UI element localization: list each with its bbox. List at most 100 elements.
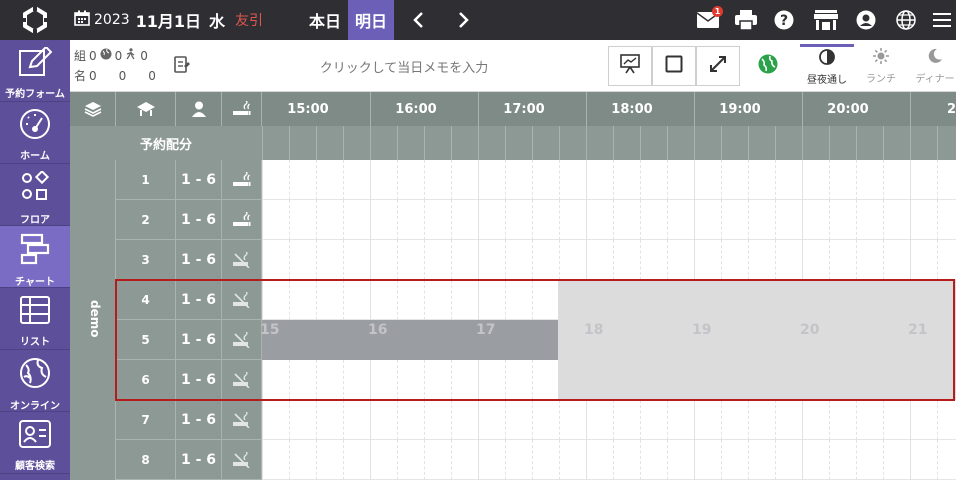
grid-line (586, 200, 587, 240)
grid-line (748, 200, 749, 240)
grid-line (856, 440, 857, 480)
grid-line (802, 200, 803, 240)
store-icon[interactable] (814, 8, 838, 32)
grid-line (424, 440, 425, 480)
grid-line (937, 160, 938, 200)
daily-memo-input[interactable]: クリックして当日メモを入力 (200, 48, 608, 84)
allocation-tick (640, 126, 641, 160)
mail-icon[interactable]: 1 (696, 6, 723, 32)
expand-button[interactable] (696, 46, 740, 86)
menu-icon[interactable] (930, 8, 954, 32)
grid-line (694, 160, 695, 200)
table-row[interactable]: 71 - 6 (116, 400, 956, 440)
count-value: 0 (114, 49, 123, 63)
sidebar-item-customer-search[interactable]: 顧客検索 (0, 412, 70, 474)
grid-line (829, 400, 830, 440)
grid-line (802, 440, 803, 480)
mode-lunch[interactable]: ランチ (854, 44, 908, 88)
sidebar-item-list[interactable]: リスト (0, 288, 70, 350)
moon-icon (927, 48, 943, 67)
grid-line (343, 200, 344, 240)
grid-line (937, 240, 938, 280)
table-icon[interactable] (116, 92, 176, 126)
grid-line (424, 200, 425, 240)
mode-all-day[interactable]: 昼夜通し (800, 44, 854, 88)
sidebar-item-home[interactable]: ホーム (0, 102, 70, 164)
table-row[interactable]: 11 - 6 (116, 160, 956, 200)
select-mode-button[interactable] (652, 46, 696, 86)
grid-line (667, 440, 668, 480)
grid-line (343, 240, 344, 280)
grid-line (343, 400, 344, 440)
today-button[interactable]: 本日 (302, 0, 348, 40)
sidebar-item-chart[interactable]: チャート (0, 226, 70, 288)
grid-line (478, 400, 479, 440)
sidebar-item-reservation-form[interactable]: 予約フォーム (0, 40, 70, 102)
allocation-tick (532, 126, 533, 160)
table-row[interactable]: 31 - 6 (116, 240, 956, 280)
presentation-button[interactable] (608, 46, 652, 86)
timeline-lane[interactable] (262, 440, 956, 480)
logo-icon[interactable] (0, 0, 70, 40)
grid-line (667, 240, 668, 280)
sidebar-item-floor[interactable]: フロア (0, 164, 70, 226)
table-row[interactable]: 81 - 6 (116, 440, 956, 480)
floor-icon (18, 169, 52, 207)
grid-line (478, 240, 479, 280)
grid-line (478, 200, 479, 240)
mode-dinner[interactable]: ディナー (908, 44, 956, 88)
sidebar-item-online[interactable]: オンライン (0, 350, 70, 412)
grid-line (397, 440, 398, 480)
grid-line (721, 440, 722, 480)
allocation-tick (478, 126, 479, 160)
svg-text:?: ? (780, 13, 788, 29)
smoking-icon (222, 160, 262, 200)
grid-line (289, 400, 290, 440)
grid-line (694, 200, 695, 240)
timeline-lane[interactable] (262, 400, 956, 440)
sidebar-item-label: ホーム (20, 151, 50, 162)
hour-divider (694, 92, 695, 126)
grid-line (478, 160, 479, 200)
grid-line (613, 440, 614, 480)
grid-line (289, 240, 290, 280)
grid-line (883, 200, 884, 240)
timeline-lane[interactable] (262, 200, 956, 240)
grid-line (694, 240, 695, 280)
next-icon[interactable] (450, 0, 478, 40)
grid-line (451, 400, 452, 440)
language-icon[interactable] (894, 8, 918, 32)
grid-line (505, 200, 506, 240)
help-icon[interactable]: ? (772, 8, 796, 32)
allocation-tick (370, 126, 371, 160)
grid-line (370, 200, 371, 240)
date-display[interactable]: 2023 11月1日 水 友引 (74, 0, 263, 40)
grid-line (289, 160, 290, 200)
sidebar: 予約フォーム ホーム フロア チャート リスト オンライン 顧客検索 (0, 40, 70, 480)
top-bar: 2023 11月1日 水 友引 本日 明日 1 ? (0, 0, 956, 40)
square-icon (665, 55, 683, 77)
timeline-lane[interactable] (262, 240, 956, 280)
smoking-icon[interactable] (222, 92, 262, 126)
timeline-lane[interactable] (262, 160, 956, 200)
grid-line (667, 160, 668, 200)
chart-header: 15:00 16:00 17:00 18:00 19:00 20:00 21 (70, 92, 956, 126)
grid-line (748, 400, 749, 440)
online-toggle-button[interactable] (746, 46, 790, 86)
grid-line (910, 200, 911, 240)
allocation-tick (937, 126, 938, 160)
person-icon[interactable] (176, 92, 222, 126)
grid-line (586, 400, 587, 440)
grid-line (640, 440, 641, 480)
date-month-day: 11月1日 (135, 12, 202, 31)
table-number: 8 (116, 440, 176, 480)
tomorrow-button[interactable]: 明日 (348, 0, 394, 40)
prev-icon[interactable] (404, 0, 432, 40)
account-icon[interactable] (854, 8, 878, 32)
sidebar-item-label: フロア (20, 215, 50, 226)
grid-line (613, 400, 614, 440)
layers-icon[interactable] (70, 92, 116, 126)
count-value: 0 (140, 49, 148, 63)
print-icon[interactable] (734, 8, 758, 32)
table-row[interactable]: 21 - 6 (116, 200, 956, 240)
